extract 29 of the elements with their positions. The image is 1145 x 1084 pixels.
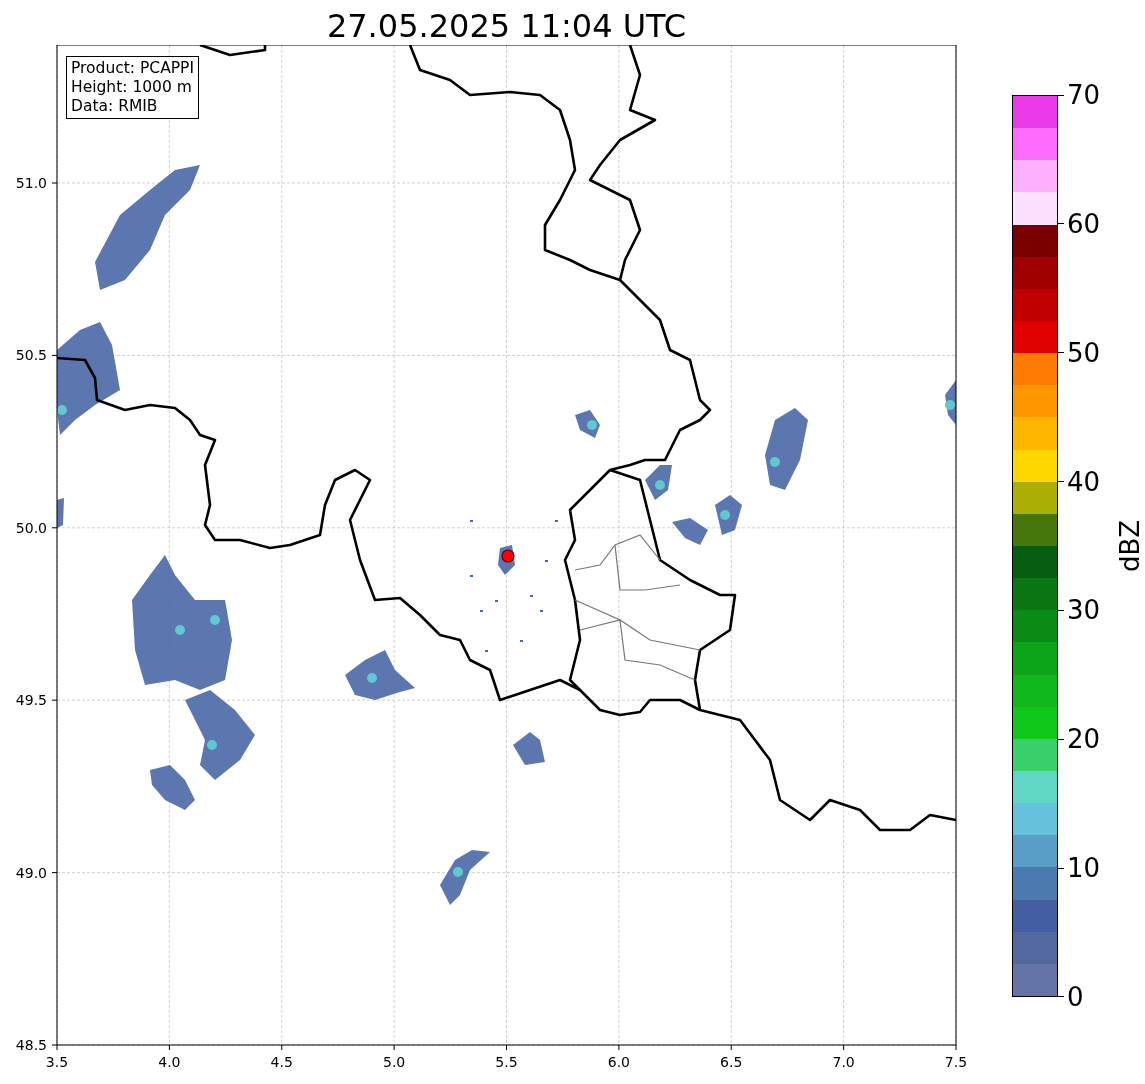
colorbar-label: dBZ: [1115, 519, 1145, 572]
x-tick-label: 6.5: [720, 1054, 743, 1070]
colorbar-tick-label: 50: [1067, 337, 1101, 368]
x-tick-label: 4.5: [270, 1054, 293, 1070]
y-tick-label: 51.0: [15, 175, 47, 191]
x-tick-label: 7.0: [832, 1054, 855, 1070]
colorbar-tick-label: 60: [1067, 208, 1101, 239]
x-tick-label: 4.0: [158, 1054, 181, 1070]
x-tick-label: 7.5: [944, 1054, 968, 1070]
radar-site-marker: [501, 549, 515, 563]
y-tick-label: 48.5: [15, 1037, 47, 1053]
y-tick-label: 49.0: [15, 864, 47, 881]
chart-title: 27.05.2025 11:04 UTC: [325, 6, 688, 45]
colorbar-tick-label: 10: [1067, 853, 1101, 884]
y-tick-label: 50.5: [15, 347, 47, 364]
x-tick-label: 6.0: [607, 1054, 630, 1070]
info-text: Product: PCAPPI: [71, 59, 195, 78]
info-text: Data: RMIB: [71, 97, 159, 116]
x-tick-label: 5.5: [495, 1054, 518, 1070]
info-text: Height: 1000 m: [71, 78, 193, 97]
y-tick-label: 50.0: [15, 519, 47, 536]
x-tick-label: 3.5: [45, 1054, 69, 1070]
colorbar-tick-label: 0: [1067, 981, 1084, 1012]
colorbar-tick-label: 20: [1067, 724, 1101, 755]
colorbar-tick-label: 30: [1067, 595, 1101, 626]
colorbar-tick-label: 40: [1067, 466, 1101, 497]
colorbar-tick-label: 70: [1067, 80, 1101, 110]
x-tick-label: 5.0: [383, 1054, 406, 1070]
y-tick-label: 49.5: [15, 692, 47, 709]
